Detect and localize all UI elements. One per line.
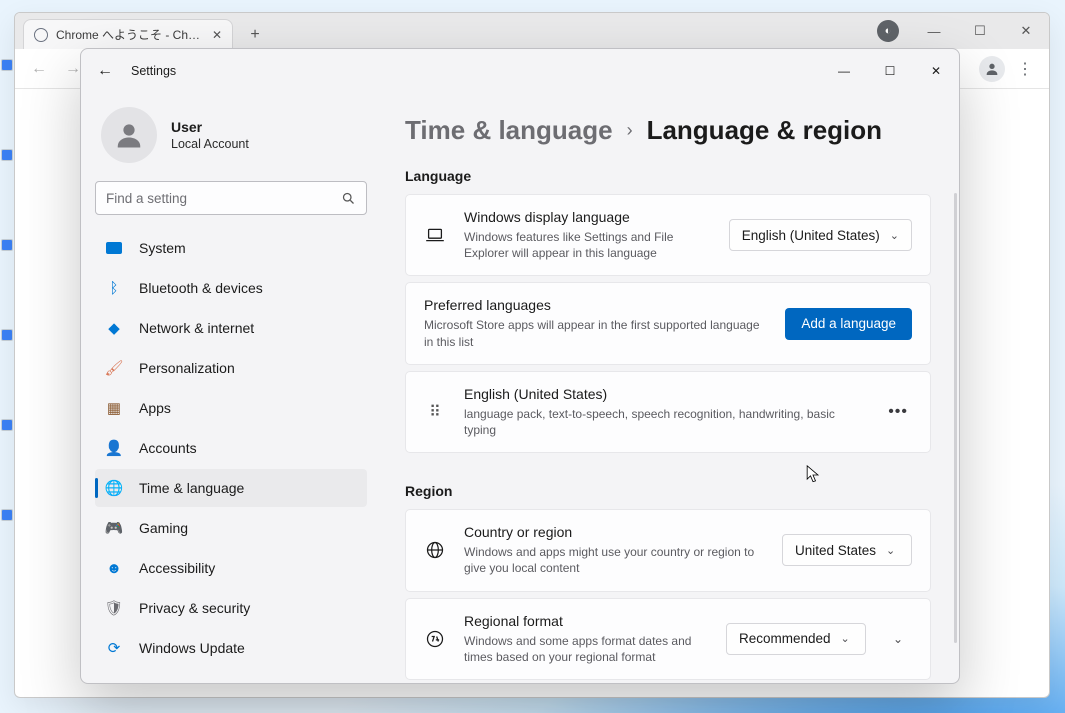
nav-label: Accessibility bbox=[139, 560, 215, 576]
settings-content: Time & language › Language & region Lang… bbox=[381, 93, 959, 683]
user-account-type: Local Account bbox=[171, 137, 249, 151]
chevron-down-icon: ⌄ bbox=[886, 544, 895, 557]
nav-accounts[interactable]: 👤Accounts bbox=[95, 429, 367, 467]
tab-title: Chrome へようこそ - Chrome を既 bbox=[56, 26, 204, 43]
nav-time-language[interactable]: 🌐Time & language bbox=[95, 469, 367, 507]
card-title: English (United States) bbox=[464, 386, 866, 402]
more-options-icon[interactable]: ••• bbox=[884, 403, 912, 421]
card-language-item[interactable]: ⠿ English (United States) language pack,… bbox=[405, 371, 931, 453]
back-button[interactable]: ← bbox=[25, 55, 53, 83]
drag-handle-icon[interactable]: ⠿ bbox=[424, 402, 446, 422]
breadcrumb-parent[interactable]: Time & language bbox=[405, 115, 613, 146]
nav-label: Time & language bbox=[139, 480, 244, 496]
breadcrumb-current: Language & region bbox=[647, 115, 882, 146]
settings-window: ← Settings — ☐ ✕ User Local Account bbox=[80, 48, 960, 684]
card-regional-format[interactable]: Regional format Windows and some apps fo… bbox=[405, 598, 931, 680]
maximize-button[interactable]: ☐ bbox=[957, 13, 1003, 49]
nav-label: Windows Update bbox=[139, 640, 245, 656]
dropdown-value: Recommended bbox=[739, 631, 831, 646]
globe-icon bbox=[424, 540, 446, 560]
browser-tab[interactable]: Chrome へようこそ - Chrome を既 ✕ bbox=[23, 19, 233, 49]
search-input[interactable] bbox=[106, 191, 341, 206]
desktop-icons bbox=[2, 60, 14, 600]
dropdown-value: English (United States) bbox=[742, 228, 880, 243]
window-controls: — ☐ ✕ bbox=[821, 49, 959, 93]
chrome-tab-strip: Chrome へようこそ - Chrome を既 ✕ + ◐ — ☐ ✕ bbox=[15, 13, 1049, 49]
nav-label: Network & internet bbox=[139, 320, 254, 336]
card-display-language: Windows display language Windows feature… bbox=[405, 194, 931, 276]
globe-icon bbox=[34, 28, 48, 42]
search-box[interactable] bbox=[95, 181, 367, 215]
nav-network[interactable]: ◆Network & internet bbox=[95, 309, 367, 347]
add-language-button[interactable]: Add a language bbox=[785, 308, 912, 340]
settings-titlebar: ← Settings — ☐ ✕ bbox=[81, 49, 959, 93]
close-button[interactable]: ✕ bbox=[913, 49, 959, 93]
card-title: Country or region bbox=[464, 524, 764, 540]
maximize-button[interactable]: ☐ bbox=[867, 49, 913, 93]
nav-label: Bluetooth & devices bbox=[139, 280, 263, 296]
nav-gaming[interactable]: 🎮Gaming bbox=[95, 509, 367, 547]
close-tab-icon[interactable]: ✕ bbox=[212, 28, 222, 42]
app-title: Settings bbox=[131, 64, 176, 78]
card-title: Windows display language bbox=[464, 209, 711, 225]
dropdown-value: United States bbox=[795, 543, 876, 558]
user-block[interactable]: User Local Account bbox=[95, 93, 367, 181]
nav-label: Personalization bbox=[139, 360, 235, 376]
card-title: Regional format bbox=[464, 613, 708, 629]
chevron-down-icon: ⌄ bbox=[890, 229, 899, 242]
chrome-window-controls: ◐ — ☐ ✕ bbox=[865, 13, 1049, 49]
minimize-button[interactable]: — bbox=[911, 13, 957, 49]
nav-label: Apps bbox=[139, 400, 171, 416]
nav-accessibility[interactable]: ☻Accessibility bbox=[95, 549, 367, 587]
close-button[interactable]: ✕ bbox=[1003, 13, 1049, 49]
nav-privacy[interactable]: 🛡Privacy & security bbox=[95, 589, 367, 627]
country-dropdown[interactable]: United States ⌄ bbox=[782, 534, 912, 566]
scrollbar[interactable] bbox=[954, 193, 957, 643]
chevron-right-icon: › bbox=[627, 120, 633, 141]
card-desc: Windows features like Settings and File … bbox=[464, 229, 711, 261]
search-icon bbox=[341, 191, 356, 206]
nav-system[interactable]: System bbox=[95, 229, 367, 267]
nav-label: Accounts bbox=[139, 440, 197, 456]
section-language-label: Language bbox=[405, 168, 931, 184]
back-arrow-icon[interactable]: ← bbox=[95, 62, 115, 80]
user-name: User bbox=[171, 119, 249, 135]
card-desc: Windows and some apps format dates and t… bbox=[464, 633, 708, 665]
laptop-icon bbox=[424, 227, 446, 243]
section-region-label: Region bbox=[405, 483, 931, 499]
breadcrumb: Time & language › Language & region bbox=[405, 115, 931, 146]
new-tab-button[interactable]: + bbox=[241, 21, 269, 49]
display-language-dropdown[interactable]: English (United States) ⌄ bbox=[729, 219, 912, 251]
nav-windows-update[interactable]: ⟳Windows Update bbox=[95, 629, 367, 667]
minimize-button[interactable]: — bbox=[821, 49, 867, 93]
settings-nav: System ᛒBluetooth & devices ◆Network & i… bbox=[95, 229, 367, 667]
nav-apps[interactable]: ▦Apps bbox=[95, 389, 367, 427]
regional-format-dropdown[interactable]: Recommended ⌄ bbox=[726, 623, 866, 655]
region-format-icon bbox=[424, 629, 446, 649]
expand-chevron-icon[interactable]: ⌄ bbox=[884, 632, 912, 646]
incognito-indicator: ◐ bbox=[865, 13, 911, 49]
settings-sidebar: User Local Account System ᛒBluetooth & d… bbox=[81, 93, 381, 683]
nav-personalization[interactable]: 🖌Personalization bbox=[95, 349, 367, 387]
nav-label: Privacy & security bbox=[139, 600, 250, 616]
profile-avatar-icon[interactable] bbox=[979, 56, 1005, 82]
card-desc: Microsoft Store apps will appear in the … bbox=[424, 317, 767, 349]
chrome-menu-button[interactable]: ⋮ bbox=[1011, 55, 1039, 83]
card-desc: Windows and apps might use your country … bbox=[464, 544, 764, 576]
card-title: Preferred languages bbox=[424, 297, 767, 313]
chevron-down-icon: ⌄ bbox=[841, 632, 850, 645]
card-country-region: Country or region Windows and apps might… bbox=[405, 509, 931, 591]
avatar-icon bbox=[101, 107, 157, 163]
nav-label: Gaming bbox=[139, 520, 188, 536]
nav-label: System bbox=[139, 240, 186, 256]
card-preferred-languages: Preferred languages Microsoft Store apps… bbox=[405, 282, 931, 364]
card-desc: language pack, text-to-speech, speech re… bbox=[464, 406, 866, 438]
nav-bluetooth[interactable]: ᛒBluetooth & devices bbox=[95, 269, 367, 307]
